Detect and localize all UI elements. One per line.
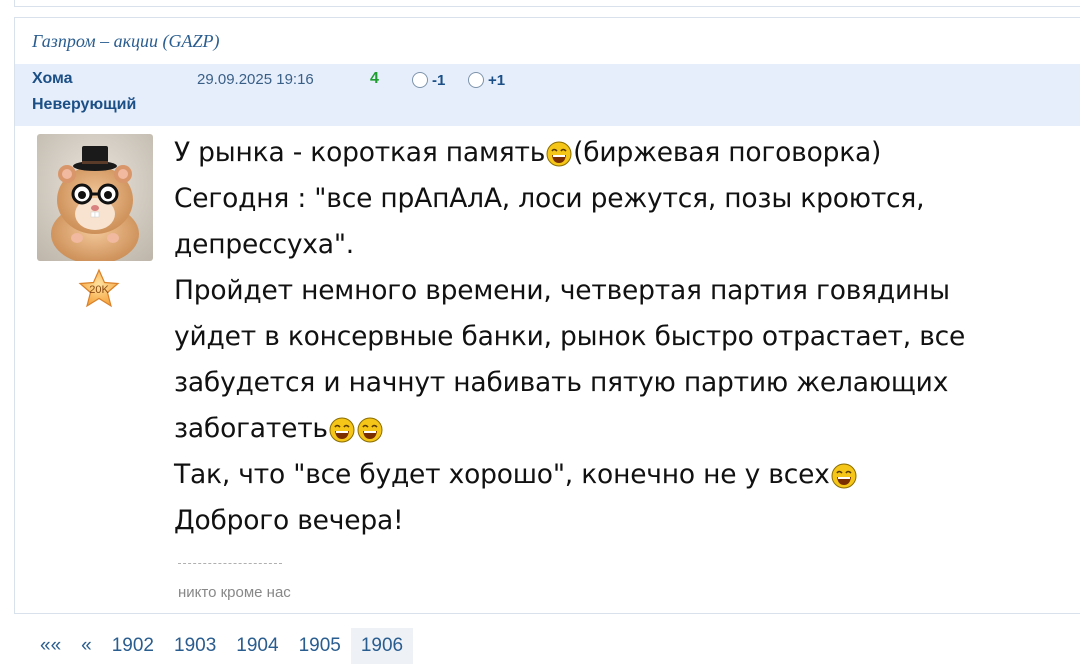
- prev-page-link[interactable]: «: [71, 628, 102, 664]
- post-text: (биржевая поговорка): [573, 137, 882, 168]
- post-datetime: 29.09.2025 19:16: [197, 71, 314, 88]
- laughing-face-icon: [329, 417, 355, 443]
- post-line: депрессуха".: [174, 229, 355, 260]
- current-page[interactable]: 1906: [350, 628, 414, 664]
- laughing-face-icon: [546, 141, 572, 167]
- post-header: Хома Неверующий 29.09.2025 19:16 4 -1 +1: [15, 64, 1080, 126]
- vote-minus-option[interactable]: -1: [412, 70, 445, 90]
- page-link[interactable]: 1902: [102, 628, 164, 664]
- post-text: У рынка - короткая память: [174, 137, 546, 168]
- rank-badge-label: 20K: [89, 284, 109, 296]
- post-line: Так, что "все будет хорошо", конечно не …: [174, 452, 1079, 498]
- laughing-face-icon: [831, 463, 857, 489]
- vote-plus-radio[interactable]: [468, 72, 484, 88]
- avatar[interactable]: [37, 134, 153, 261]
- post-line: Сегодня : "все прАпАлА, лоси режутся, по…: [174, 183, 925, 214]
- page-link[interactable]: 1905: [289, 628, 351, 664]
- forum-post: Газпром – акции (GAZP) Хома Неверующий 2…: [14, 17, 1080, 614]
- pagination: «« « 1902 1903 1904 1905 1906: [28, 628, 414, 664]
- vote-plus-label: +1: [488, 71, 506, 89]
- post-line: забудется и начнут набивать пятую партию…: [174, 367, 949, 398]
- vote-minus-radio[interactable]: [412, 72, 428, 88]
- vote-minus-label: -1: [432, 71, 446, 89]
- previous-post-border: [14, 0, 1080, 7]
- hamster-avatar-image: [37, 134, 153, 261]
- post-body: У рынка - короткая память (биржевая погов…: [174, 130, 1079, 544]
- post-line: Доброго вечера!: [174, 505, 404, 536]
- vote-plus-option[interactable]: +1: [468, 70, 505, 90]
- author-status: Неверующий: [32, 96, 137, 113]
- topic-title-link[interactable]: Газпром – акции (GAZP): [32, 31, 220, 52]
- first-page-link[interactable]: ««: [28, 628, 71, 664]
- post-text: Так, что "все будет хорошо", конечно не …: [174, 459, 830, 490]
- page-link[interactable]: 1903: [164, 628, 226, 664]
- star-badge-icon: 20K: [78, 268, 120, 310]
- post-line: уйдет в консервные банки, рынок быстро о…: [174, 321, 966, 352]
- signature-separator: [178, 563, 282, 564]
- post-rating: 4: [370, 70, 379, 87]
- laughing-face-icon: [357, 417, 383, 443]
- page-link[interactable]: 1904: [226, 628, 288, 664]
- post-line: У рынка - короткая память (биржевая погов…: [174, 130, 1079, 176]
- author-name[interactable]: Хома: [32, 70, 73, 88]
- post-line: Пройдет немного времени, четвертая парти…: [174, 275, 950, 306]
- post-line: забогатеть: [174, 406, 1079, 452]
- post-text: забогатеть: [174, 413, 328, 444]
- signature: никто кроме нас: [178, 584, 291, 601]
